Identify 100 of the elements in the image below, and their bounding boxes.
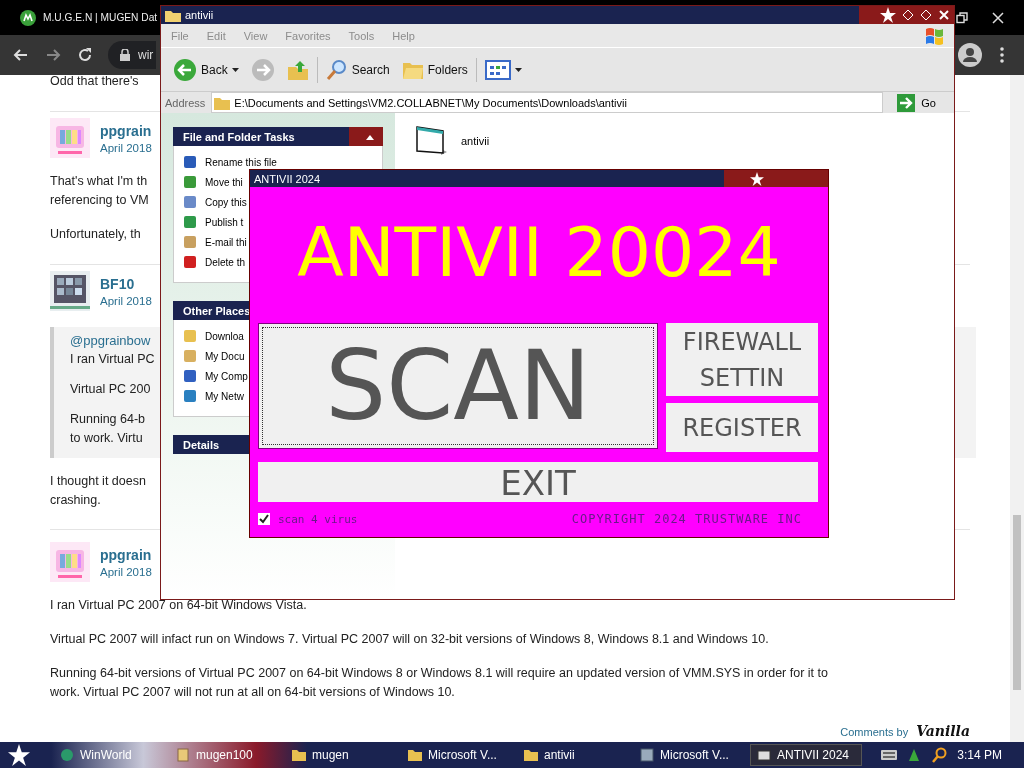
task-icon bbox=[182, 234, 198, 250]
folder-icon bbox=[214, 95, 231, 110]
taskbar-button[interactable]: WinWorld bbox=[54, 744, 166, 766]
tab-title: M.U.G.E.N | MUGEN Dat bbox=[43, 12, 158, 23]
profile-icon[interactable] bbox=[958, 43, 982, 67]
post-text: Unfortunately, th bbox=[50, 227, 141, 241]
task-icon bbox=[176, 748, 190, 762]
address-field[interactable]: E:\Documents and Settings\VM2.COLLABNET\My Documents\Downloads\antivii bbox=[211, 92, 884, 113]
task-link[interactable]: Move thi bbox=[205, 176, 243, 188]
task-link[interactable]: My Comp bbox=[205, 370, 248, 382]
task-link[interactable]: Delete th bbox=[205, 256, 246, 268]
window-title: ANTIVII 2024 bbox=[254, 172, 321, 185]
author-name[interactable]: BF10 bbox=[100, 275, 135, 292]
task-icon bbox=[408, 748, 422, 762]
taskbar-button[interactable]: ANTIVII 2024 bbox=[750, 744, 862, 766]
menu-button[interactable]: REGISTER bbox=[666, 403, 818, 452]
task-icon bbox=[524, 748, 538, 762]
task-link[interactable]: My Netw bbox=[205, 390, 244, 402]
task-icon bbox=[640, 748, 654, 762]
panel-title: File and Folder Tasks bbox=[183, 130, 295, 143]
app-heading: ANTIVII 20024 bbox=[297, 213, 781, 293]
taskbar-button[interactable]: Microsoft V... bbox=[402, 744, 514, 766]
task-icon bbox=[182, 194, 198, 210]
go-arrow-icon bbox=[897, 93, 916, 112]
application-icon[interactable] bbox=[415, 125, 449, 157]
menu-icon[interactable] bbox=[1000, 47, 1004, 63]
post-text: That's what I'm th referencing to VM bbox=[50, 174, 149, 207]
caret-icon bbox=[231, 67, 239, 72]
panel-title: Other Places bbox=[183, 304, 251, 317]
search-button[interactable]: Search bbox=[321, 56, 394, 83]
post-text: I thought it doesn crashing. bbox=[50, 474, 146, 507]
reload-icon[interactable] bbox=[76, 46, 94, 64]
task-icon bbox=[182, 328, 198, 344]
star-icon bbox=[750, 171, 764, 186]
address-bar[interactable]: wir bbox=[108, 41, 156, 69]
address-label: Address bbox=[165, 96, 206, 109]
post-text: I ran Virtual PC 2007 on 64-bit Windows Vista. bbox=[50, 598, 307, 612]
maximize-icon[interactable] bbox=[920, 9, 932, 21]
post-date[interactable]: April 2018 bbox=[100, 141, 152, 154]
taskbar-button[interactable]: Microsoft V... bbox=[634, 744, 746, 766]
lock-icon bbox=[120, 49, 130, 61]
task-icon bbox=[60, 748, 74, 762]
checkbox-label: scan 4 virus bbox=[278, 512, 358, 526]
mention-link[interactable]: @ppgrainbow bbox=[70, 333, 151, 348]
scan-button[interactable]: SCAN bbox=[258, 323, 658, 449]
taskbar-button[interactable]: antivii bbox=[518, 744, 630, 766]
views-icon bbox=[484, 59, 511, 80]
back-button[interactable]: Back bbox=[169, 55, 243, 84]
task-link[interactable]: Publish t bbox=[205, 216, 244, 228]
search-icon bbox=[325, 58, 348, 81]
scrollbar[interactable] bbox=[1010, 75, 1024, 742]
task-link[interactable]: Rename this file bbox=[205, 156, 277, 168]
task-link[interactable]: E-mail thi bbox=[205, 236, 247, 248]
comments-by-text: Comments by bbox=[840, 725, 909, 740]
panel-header[interactable]: File and Folder Tasks bbox=[173, 127, 383, 146]
post-text: Virtual PC 2007 will infact run on Windows 7. Virtual PC 2007 will on 32-bit versions of Windows 8, Windows 8.1 and Windows 10. bbox=[50, 632, 769, 646]
post-text: Odd that there's bbox=[50, 75, 139, 88]
task-icon bbox=[182, 174, 198, 190]
quote-text: I ran Virtual PC bbox=[70, 352, 155, 366]
close-icon[interactable] bbox=[992, 11, 1004, 24]
exit-button[interactable]: EXIT bbox=[258, 462, 818, 502]
vanilla-logo[interactable]: Vanilla bbox=[916, 722, 970, 740]
folders-button[interactable]: Folders bbox=[397, 57, 477, 82]
go-button[interactable]: Go bbox=[889, 93, 954, 112]
task-link[interactable]: My Docu bbox=[205, 350, 245, 362]
author-name[interactable]: ppgrain bbox=[100, 122, 152, 139]
task-icon bbox=[182, 154, 198, 170]
post-text: Running 64-bit versions of Virtual PC 2007 on 64-bit Windows 8 or Windows 8.1 will require an updated version of VMM.SYS in order for it to work. Virtual PC 2007 will not run at all on 64-bit versions of Windows 10. bbox=[50, 666, 828, 699]
browser-tab[interactable]: M.U.G.E.N | MUGEN Dat bbox=[20, 9, 158, 26]
quote-text: Running 64-b to work. Virtu bbox=[70, 412, 146, 445]
author-name[interactable]: ppgrain bbox=[100, 546, 152, 563]
minimize-icon[interactable] bbox=[902, 9, 914, 21]
panel-title: Details bbox=[183, 438, 220, 451]
quote-text: Virtual PC 200 bbox=[70, 382, 151, 396]
task-icon bbox=[757, 748, 771, 762]
network-icon[interactable] bbox=[907, 747, 922, 763]
copyright-text: COPYRIGHT 2024 TRUSTWARE INC bbox=[571, 512, 803, 526]
checkbox[interactable] bbox=[258, 513, 270, 525]
logo-icon bbox=[20, 9, 36, 26]
restore-icon[interactable] bbox=[956, 11, 968, 24]
file-name[interactable]: antivii bbox=[461, 135, 490, 147]
task-icon bbox=[182, 368, 198, 384]
task-link[interactable]: Downloa bbox=[205, 330, 244, 342]
keyboard-icon[interactable] bbox=[881, 750, 898, 760]
window-title: antivii bbox=[185, 9, 215, 21]
scrollbar-thumb[interactable] bbox=[1013, 515, 1021, 690]
task-icon bbox=[182, 214, 198, 230]
search-icon[interactable] bbox=[931, 747, 948, 763]
task-icon bbox=[182, 254, 198, 270]
windows-logo-icon bbox=[924, 25, 946, 46]
menu-button[interactable]: FIREWALL SETTIN bbox=[666, 323, 818, 396]
folder-up-icon bbox=[286, 58, 309, 81]
post-date[interactable]: April 2018 bbox=[100, 294, 152, 307]
task-link[interactable]: Copy this bbox=[205, 196, 247, 208]
taskbar-button[interactable]: mugen100 bbox=[170, 744, 282, 766]
taskbar-button[interactable]: mugen bbox=[286, 744, 398, 766]
post-date[interactable]: April 2018 bbox=[100, 565, 152, 578]
folder-icon bbox=[165, 8, 181, 22]
task-icon bbox=[292, 748, 306, 762]
start-star-icon[interactable] bbox=[8, 744, 30, 766]
